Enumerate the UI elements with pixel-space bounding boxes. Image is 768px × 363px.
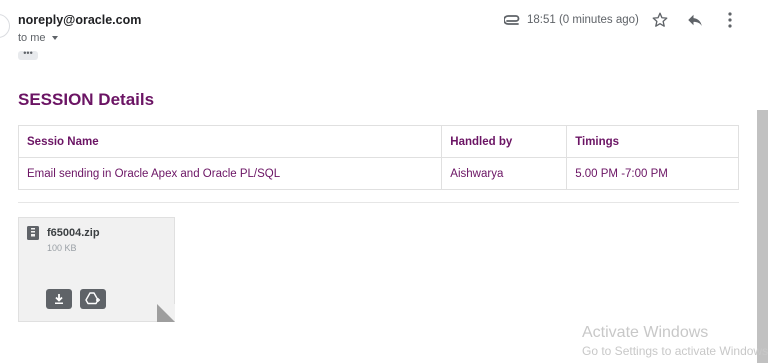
page-fold-corner bbox=[157, 304, 175, 322]
scrollbar[interactable] bbox=[757, 110, 768, 363]
cell-handled-by: Aishwarya bbox=[441, 157, 568, 190]
add-to-drive-icon bbox=[85, 292, 100, 305]
paperclip-icon bbox=[504, 15, 520, 25]
column-header-timings: Timings bbox=[566, 125, 739, 158]
more-vert-icon[interactable] bbox=[723, 11, 737, 29]
page-title: SESSION Details bbox=[18, 90, 155, 109]
attachment-card[interactable]: f65004.zip 100 KB bbox=[18, 217, 175, 322]
zip-file-icon bbox=[27, 226, 39, 240]
cell-session-name: Email sending in Oracle Apex and Oracle … bbox=[17, 157, 443, 190]
show-trimmed-content-button[interactable]: ••• bbox=[18, 49, 38, 60]
table-header-row: Sessio Name Handled by Timings bbox=[17, 125, 739, 158]
activate-windows-title: Activate Windows bbox=[582, 324, 709, 341]
recipient-dropdown[interactable]: to me bbox=[18, 32, 58, 44]
download-icon bbox=[55, 294, 63, 304]
attachment-name: f65004.zip bbox=[47, 227, 100, 239]
cell-timings: 5.00 PM -7:00 PM bbox=[566, 157, 739, 190]
email-timestamp: 18:51 (0 minutes ago) bbox=[527, 14, 639, 26]
session-table: Sessio Name Handled by Timings Email sen… bbox=[17, 125, 739, 190]
sender-avatar bbox=[0, 14, 10, 38]
chevron-down-icon bbox=[51, 36, 58, 40]
attachments-divider bbox=[18, 202, 739, 203]
column-header-session-name: Sessio Name bbox=[17, 125, 443, 158]
star-icon[interactable] bbox=[651, 11, 669, 29]
download-button[interactable] bbox=[46, 289, 72, 309]
reply-icon[interactable] bbox=[686, 12, 704, 28]
sender-email: noreply@oracle.com bbox=[18, 13, 142, 27]
recipient-label: to me bbox=[18, 32, 46, 44]
add-to-drive-button[interactable] bbox=[80, 289, 106, 309]
attachment-size: 100 KB bbox=[47, 243, 77, 253]
activate-windows-subtitle: Go to Settings to activate Windows bbox=[582, 344, 768, 358]
column-header-handled-by: Handled by bbox=[441, 125, 568, 158]
table-row: Email sending in Oracle Apex and Oracle … bbox=[17, 157, 739, 190]
